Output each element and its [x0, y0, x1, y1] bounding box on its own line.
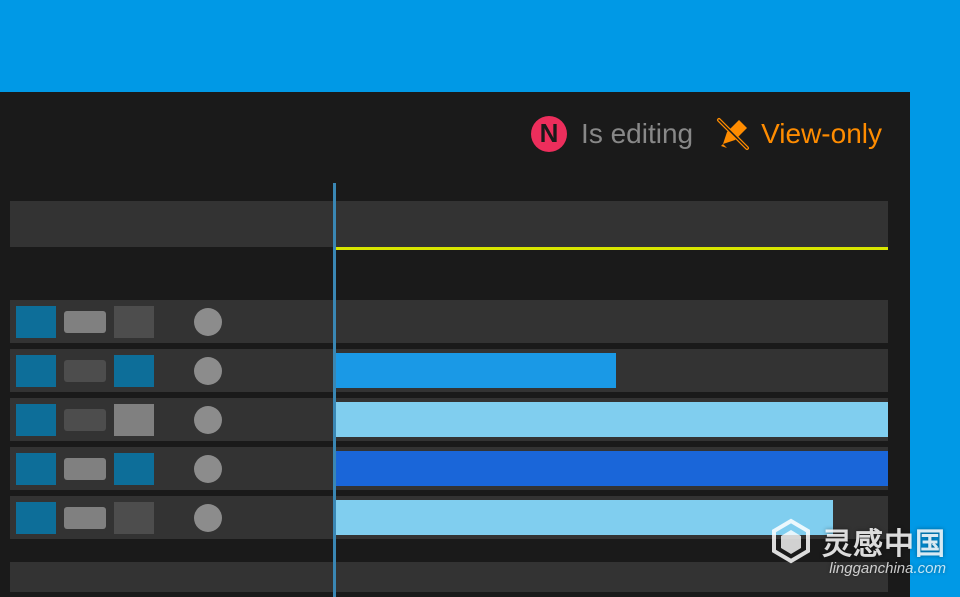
track-toggle-targeting[interactable] [16, 355, 56, 387]
work-area-bar[interactable] [333, 247, 888, 250]
track-toggle-sync-lock[interactable] [64, 311, 106, 333]
track-row[interactable] [10, 349, 888, 392]
clip[interactable] [333, 500, 833, 535]
track-clip-area[interactable] [333, 496, 888, 539]
timeline-panel: N Is editing View-only [0, 92, 910, 597]
track-toggle-visibility[interactable] [114, 404, 154, 436]
pencil-crossed-icon [715, 116, 751, 152]
presence-avatar: N [531, 116, 567, 152]
track-list [10, 300, 888, 545]
track-record-icon[interactable] [194, 357, 222, 385]
track-row[interactable] [10, 398, 888, 441]
track-toggle-targeting[interactable] [16, 502, 56, 534]
track-toggle-visibility[interactable] [114, 306, 154, 338]
playhead[interactable] [333, 183, 336, 597]
clip[interactable] [333, 353, 616, 388]
presence-indicator: N Is editing [531, 116, 693, 152]
track-clip-area[interactable] [333, 447, 888, 490]
edit-mode-indicator[interactable]: View-only [715, 116, 882, 152]
timeline-scrollbar[interactable] [10, 562, 888, 592]
track-header [10, 398, 333, 441]
track-row[interactable] [10, 447, 888, 490]
track-toggle-sync-lock[interactable] [64, 507, 106, 529]
track-toggle-visibility[interactable] [114, 453, 154, 485]
track-record-icon[interactable] [194, 455, 222, 483]
track-header [10, 496, 333, 539]
timeline-ruler[interactable] [10, 201, 888, 247]
track-toggle-visibility[interactable] [114, 355, 154, 387]
track-header [10, 447, 333, 490]
track-record-icon[interactable] [194, 308, 222, 336]
edit-mode-label: View-only [761, 118, 882, 150]
track-toggle-targeting[interactable] [16, 453, 56, 485]
track-header [10, 300, 333, 343]
track-row[interactable] [10, 300, 888, 343]
viewport: N Is editing View-only [0, 0, 960, 597]
track-toggle-visibility[interactable] [114, 502, 154, 534]
topbar: N Is editing View-only [0, 92, 910, 175]
track-clip-area[interactable] [333, 300, 888, 343]
track-toggle-sync-lock[interactable] [64, 409, 106, 431]
clip[interactable] [333, 451, 888, 486]
clip[interactable] [333, 402, 888, 437]
track-header [10, 349, 333, 392]
track-row[interactable] [10, 496, 888, 539]
track-toggle-targeting[interactable] [16, 306, 56, 338]
track-record-icon[interactable] [194, 406, 222, 434]
track-toggle-sync-lock[interactable] [64, 458, 106, 480]
track-clip-area[interactable] [333, 398, 888, 441]
track-clip-area[interactable] [333, 349, 888, 392]
track-toggle-sync-lock[interactable] [64, 360, 106, 382]
track-toggle-targeting[interactable] [16, 404, 56, 436]
track-record-icon[interactable] [194, 504, 222, 532]
presence-label: Is editing [581, 118, 693, 150]
